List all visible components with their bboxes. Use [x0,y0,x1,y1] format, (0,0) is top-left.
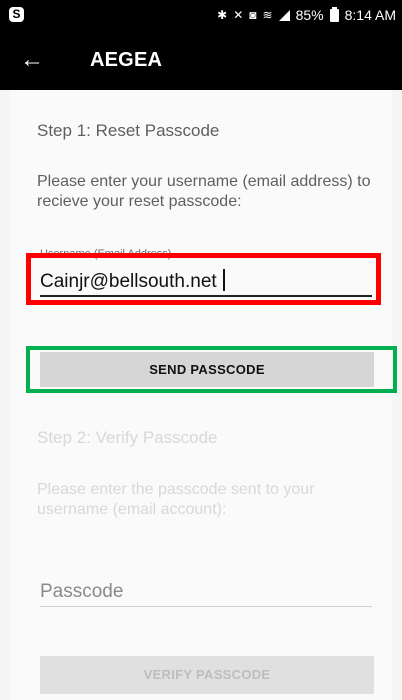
username-highlight-box [26,253,381,305]
status-bar: S ✱ ✕ ◙ ≋ 85% 8:14 AM [0,0,402,30]
wifi-icon: ≋ [262,8,273,22]
clock-time: 8:14 AM [344,7,396,23]
signal-icon [278,9,290,21]
step2-title: Step 2: Verify Passcode [37,428,218,447]
step1-title: Step 1: Reset Passcode [37,121,220,140]
battery-icon [329,6,339,22]
step1-description: Please enter your username (email addres… [37,173,371,210]
app-notification-icon: S [9,7,24,22]
send-button-highlight-box [26,346,397,393]
mute-icon: ✕ [233,8,244,22]
passcode-input[interactable]: Passcode [40,578,372,607]
back-arrow-icon[interactable]: ← [20,42,60,78]
bluetooth-icon: ✱ [217,8,228,22]
status-icons: ✱ ✕ ◙ ≋ 85% 8:14 AM [217,0,396,30]
app-title: AEGEA [90,49,163,71]
battery-percent: 85% [295,7,324,23]
nfc-icon: ◙ [249,8,257,22]
verify-passcode-button[interactable]: VERIFY PASSCODE [40,656,374,694]
step2-description: Please enter the passcode sent to your u… [37,481,315,518]
app-bar: ← AEGEA [0,30,402,90]
